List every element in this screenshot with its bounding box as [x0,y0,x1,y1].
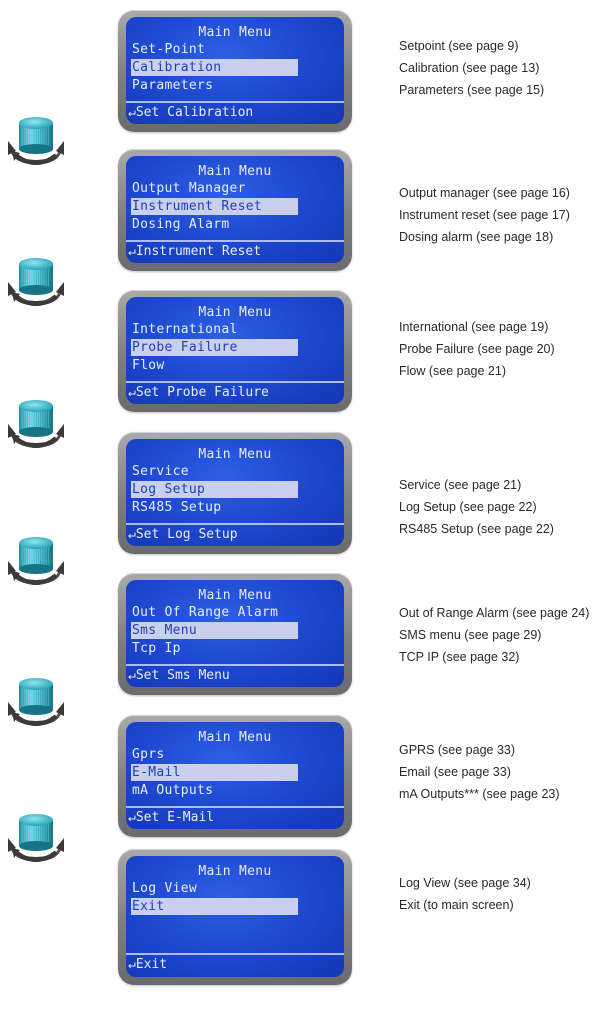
lcd-menu-item[interactable]: mA Outputs [132,782,213,799]
lcd-display-6: Main Menu Gprs E-Mail mA Outputs ↵Set E-Mail [118,715,352,837]
lcd-footer-action: ↵Instrument Reset [128,244,262,259]
lcd-display-1: Main Menu Set-Point Calibration Parameters ↵… [118,10,352,132]
lcd-footer-action: ↵Set E-Mail [128,810,215,825]
menu-description: International (see page 19) [399,320,549,334]
menu-description: Flow (see page 21) [399,364,507,378]
lcd-menu-title: Main Menu [198,164,272,179]
lcd-screen: Main Menu International Probe Failure Flow ↵… [126,297,344,404]
menu-description: Log Setup (see page 22) [399,500,537,514]
menu-description: Dosing alarm (see page 18) [399,230,554,244]
lcd-menu-item[interactable]: RS485 Setup [132,499,221,516]
lcd-menu-item-selected[interactable]: Instrument Reset [131,198,298,215]
lcd-screen: Main Menu Set-Point Calibration Parameters ↵… [126,17,344,124]
lcd-footer-action: ↵Set Calibration [128,105,254,120]
rotary-knob-icon[interactable] [6,808,66,870]
lcd-menu-item[interactable]: Set-Point [132,41,205,58]
lcd-divider [126,381,344,383]
lcd-divider [126,664,344,666]
lcd-footer-action: ↵Set Sms Menu [128,668,230,683]
menu-description: Email (see page 33) [399,765,511,779]
menu-description: Log View (see page 34) [399,876,531,890]
lcd-menu-item[interactable]: Output Manager [132,180,246,197]
menu-description: GPRS (see page 33) [399,743,516,757]
menu-description: Parameters (see page 15) [399,83,545,97]
lcd-menu-title: Main Menu [198,447,272,462]
lcd-display-3: Main Menu International Probe Failure Flow ↵… [118,290,352,412]
lcd-display-5: Main Menu Out Of Range Alarm Sms Menu Tcp I… [118,573,352,695]
menu-description-group: Out of Range Alarm (see page 24) SMS menu… [399,602,614,668]
menu-description: Setpoint (see page 9) [399,39,519,53]
lcd-divider [126,953,344,955]
lcd-menu-item-selected[interactable]: Calibration [131,59,298,76]
lcd-screen: Main Menu Output Manager Instrument Reset D… [126,156,344,263]
menu-description: Exit (to main screen) [399,898,514,912]
menu-description-group: Output manager (see page 16) Instrument r… [399,182,614,248]
lcd-menu-title: Main Menu [198,730,272,745]
lcd-divider [126,240,344,242]
lcd-menu-item-selected[interactable]: Sms Menu [131,622,298,639]
menu-description: Instrument reset (see page 17) [399,208,570,222]
rotary-knob-icon[interactable] [6,394,66,456]
menu-description: mA Outputs*** (see page 23) [399,787,560,801]
lcd-menu-title: Main Menu [198,864,272,879]
lcd-footer-action: ↵Exit [128,957,168,972]
lcd-menu-item[interactable]: Dosing Alarm [132,216,230,233]
lcd-menu-title: Main Menu [198,588,272,603]
menu-description-group: GPRS (see page 33) Email (see page 33) mA … [399,739,614,805]
menu-description: RS485 Setup (see page 22) [399,522,554,536]
lcd-menu-item-selected[interactable]: Exit [131,898,298,915]
menu-description: SMS menu (see page 29) [399,628,542,642]
lcd-divider [126,523,344,525]
lcd-screen: Main Menu Service Log Setup RS485 Setup ↵Set… [126,439,344,546]
rotary-knob-icon[interactable] [6,672,66,734]
lcd-menu-item[interactable]: Log View [132,880,197,897]
lcd-display-7: Main Menu Log View Exit ↵Exit [118,849,352,985]
lcd-menu-item-selected[interactable]: E-Mail [131,764,298,781]
rotary-knob-icon[interactable] [6,531,66,593]
menu-description: Output manager (see page 16) [399,186,570,200]
lcd-menu-item[interactable]: Tcp Ip [132,640,181,657]
menu-navigation-guide: Main Menu Set-Point Calibration Parameters ↵… [0,0,616,1033]
lcd-menu-title: Main Menu [198,305,272,320]
lcd-menu-item[interactable]: Service [132,463,189,480]
menu-description-group: Log View (see page 34) Exit (to main scre… [399,872,614,916]
lcd-screen: Main Menu Out Of Range Alarm Sms Menu Tcp I… [126,580,344,687]
menu-description: TCP IP (see page 32) [399,650,520,664]
lcd-screen: Main Menu Gprs E-Mail mA Outputs ↵Set E-Mail [126,722,344,829]
menu-description: Out of Range Alarm (see page 24) [399,606,590,620]
menu-description-group: International (see page 19) Probe Failure… [399,316,614,382]
lcd-menu-title: Main Menu [198,25,272,40]
lcd-menu-item[interactable]: Flow [132,357,165,374]
lcd-display-4: Main Menu Service Log Setup RS485 Setup ↵Set… [118,432,352,554]
lcd-menu-item[interactable]: Out Of Range Alarm [132,604,278,621]
menu-description: Probe Failure (see page 20) [399,342,555,356]
rotary-knob-icon[interactable] [6,252,66,314]
lcd-footer-action: ↵Set Log Setup [128,527,238,542]
lcd-menu-item[interactable]: Parameters [132,77,213,94]
lcd-screen: Main Menu Log View Exit ↵Exit [126,856,344,977]
lcd-menu-item-selected[interactable]: Probe Failure [131,339,298,356]
lcd-display-2: Main Menu Output Manager Instrument Reset D… [118,149,352,271]
lcd-footer-action: ↵Set Probe Failure [128,385,269,400]
rotary-knob-icon[interactable] [6,111,66,173]
lcd-menu-item-selected[interactable]: Log Setup [131,481,298,498]
menu-description: Service (see page 21) [399,478,522,492]
menu-description-group: Setpoint (see page 9) Calibration (see pa… [399,35,614,101]
lcd-menu-item[interactable]: Gprs [132,746,165,763]
lcd-divider [126,806,344,808]
menu-description: Calibration (see page 13) [399,61,540,75]
lcd-divider [126,101,344,103]
lcd-menu-item[interactable]: International [132,321,238,338]
menu-description-group: Service (see page 21) Log Setup (see page… [399,474,614,540]
